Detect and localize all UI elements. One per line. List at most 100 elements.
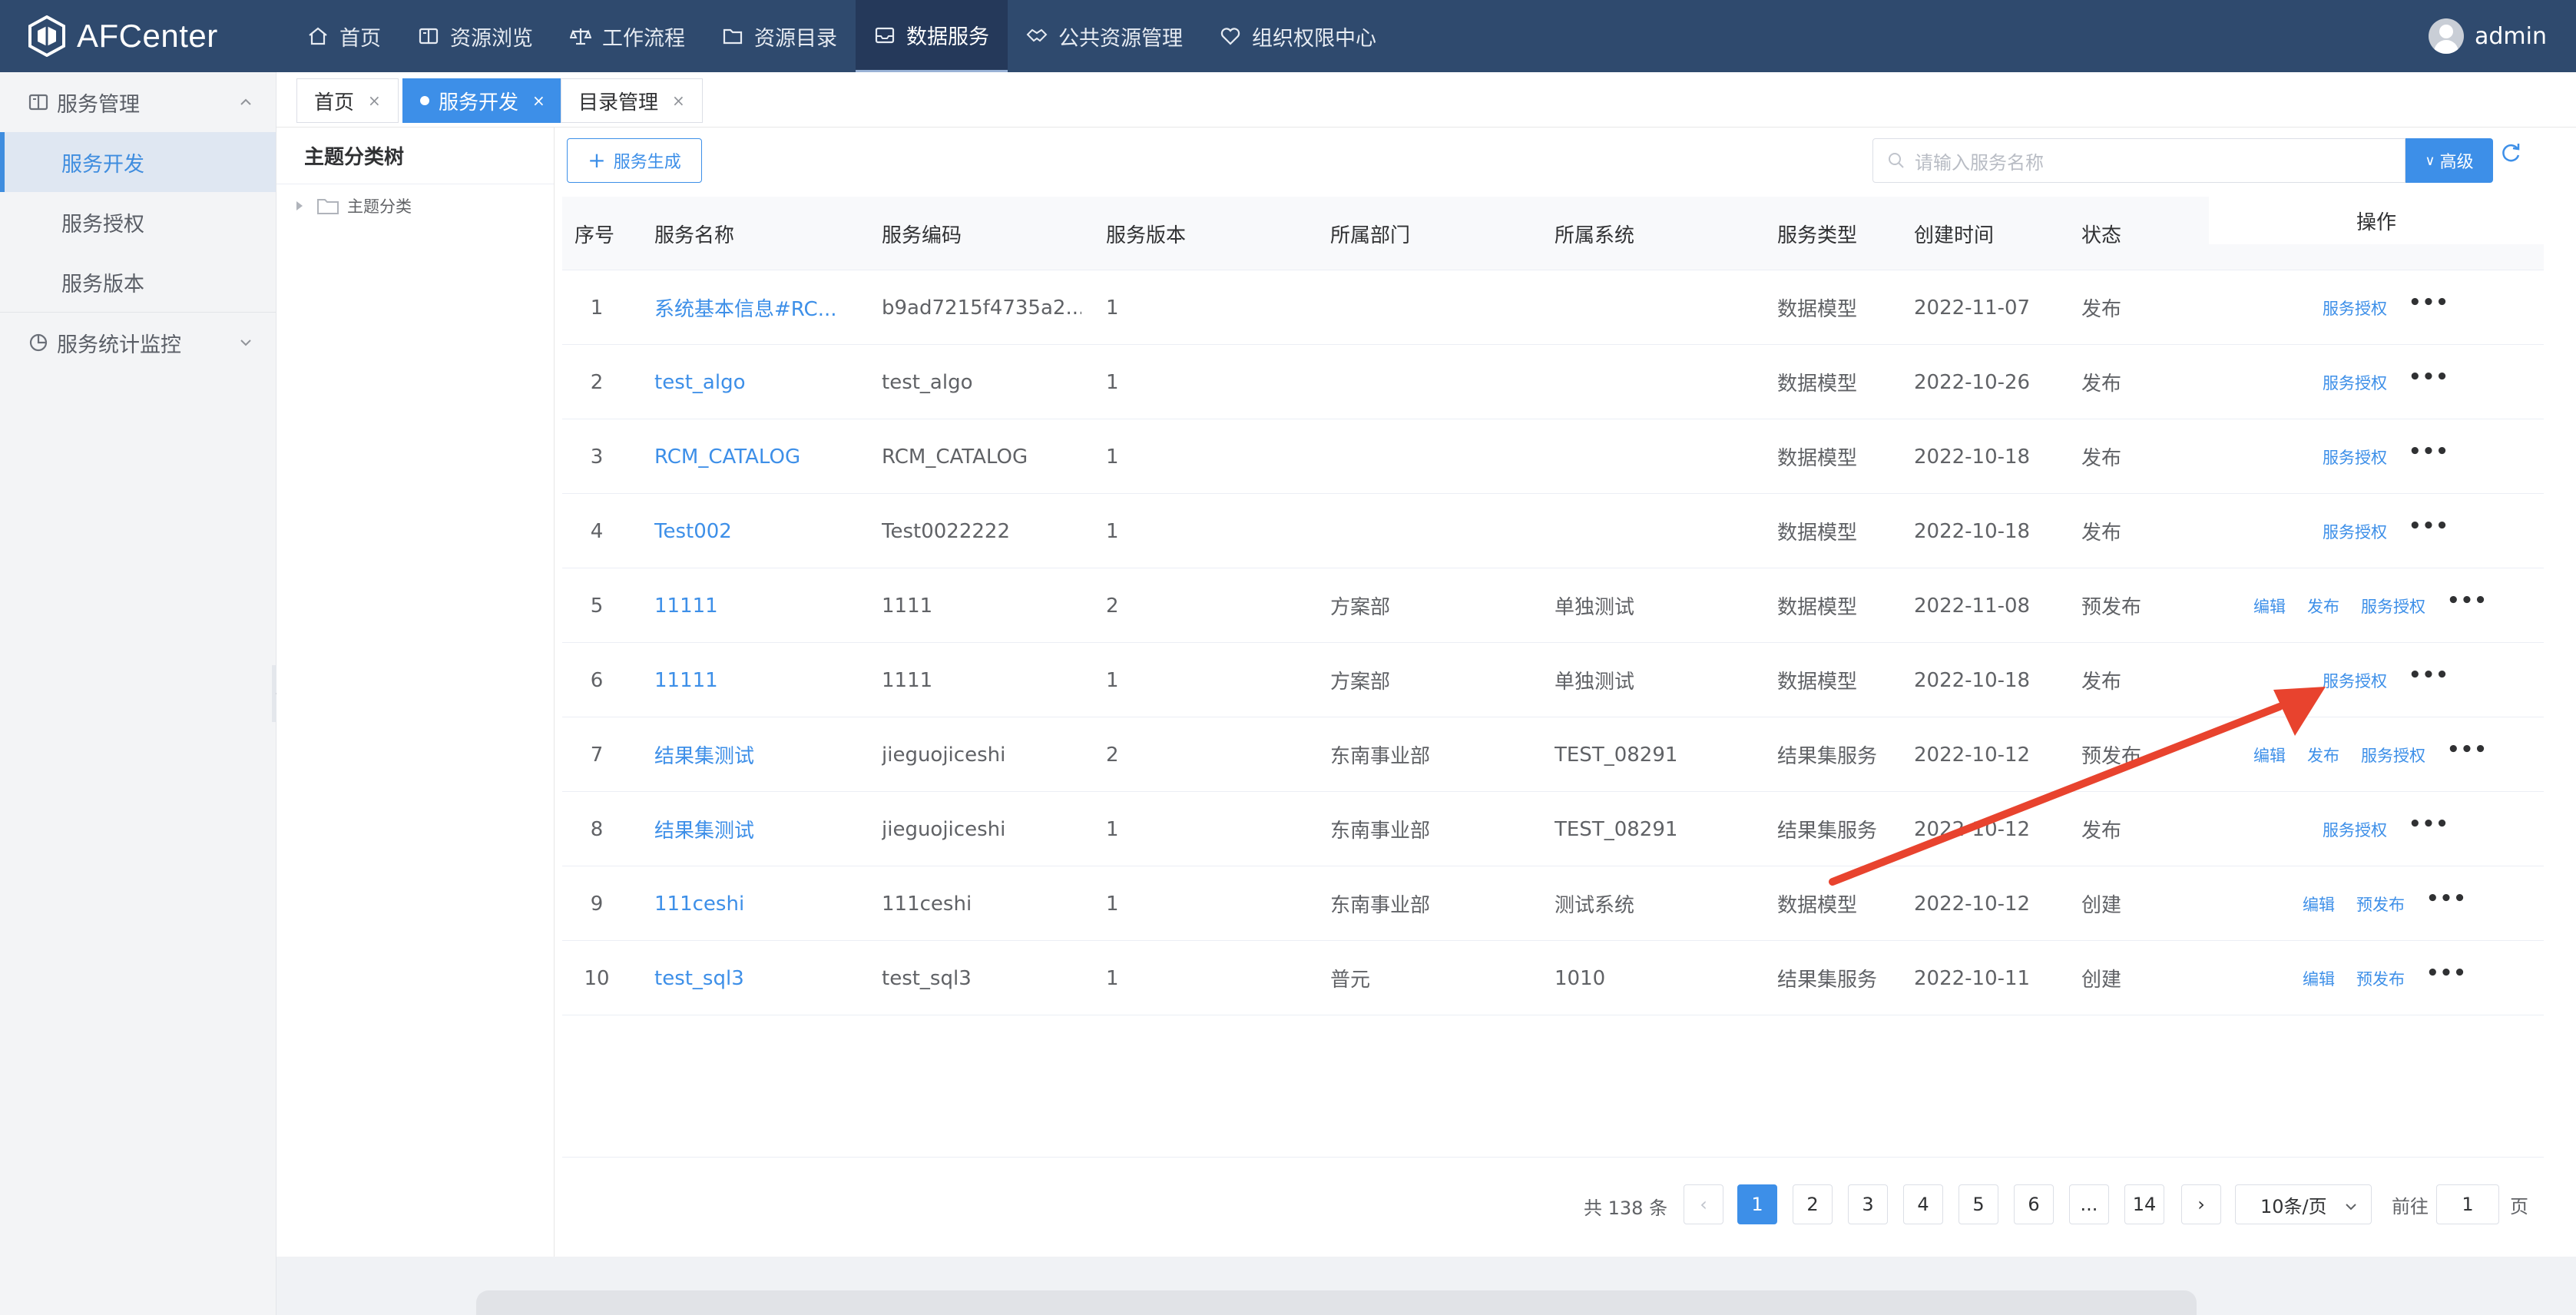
page-button[interactable]: 3	[1848, 1184, 1888, 1224]
cell-name[interactable]: 结果集测试	[654, 792, 854, 866]
action-link[interactable]: 服务授权	[2323, 520, 2387, 543]
column-header-code: 服务编码	[882, 224, 962, 247]
action-link[interactable]: 预发布	[2356, 893, 2405, 916]
topnav-item-1[interactable]: 资源浏览	[399, 0, 551, 72]
close-icon[interactable]: ×	[368, 91, 381, 110]
page-button[interactable]: 2	[1793, 1184, 1833, 1224]
cell-status: 预发布	[2081, 596, 2142, 619]
category-tree-panel: 主题分类树 主题分类	[276, 128, 555, 1257]
topnav-item-4[interactable]: 数据服务	[856, 0, 1008, 72]
topnav-label: 数据服务	[906, 25, 989, 49]
tab-1[interactable]: 服务开发 ×	[402, 78, 563, 123]
cell-created-time: 2022-10-18	[1914, 519, 2031, 543]
action-link[interactable]: 服务授权	[2323, 446, 2387, 469]
cell-department: 方案部	[1330, 596, 1391, 619]
close-icon[interactable]: ×	[532, 91, 545, 110]
refresh-icon[interactable]	[2499, 141, 2522, 164]
cell-name[interactable]: Test002	[654, 494, 854, 568]
cell-name[interactable]: 11111	[654, 568, 854, 643]
page-size-select[interactable]: 10条/页	[2235, 1184, 2372, 1224]
action-link[interactable]: 服务授权	[2323, 818, 2387, 841]
action-link[interactable]: 服务授权	[2323, 371, 2387, 394]
more-actions-icon[interactable]: •••	[2409, 515, 2449, 538]
action-link[interactable]: 编辑	[2303, 893, 2335, 916]
cell-name[interactable]: 11111	[654, 643, 854, 717]
user-menu[interactable]: admin	[2429, 0, 2547, 72]
cell-department	[1330, 419, 1499, 494]
topnav-item-3[interactable]: 资源目录	[704, 0, 856, 72]
service-search-input[interactable]: 请输入服务名称	[1872, 138, 2405, 183]
more-actions-icon[interactable]: •••	[2409, 291, 2449, 314]
tab-0[interactable]: 首页 ×	[296, 78, 399, 123]
cell-name[interactable]: 系统基本信息#RC...	[654, 270, 854, 345]
action-link[interactable]: 发布	[2307, 744, 2339, 767]
action-link[interactable]: 发布	[2307, 595, 2339, 618]
advanced-search-button[interactable]: ∨ 高级	[2405, 138, 2493, 183]
close-icon[interactable]: ×	[672, 91, 685, 110]
sidebar-item-0-1[interactable]: 服务授权	[0, 192, 276, 252]
more-pages-button[interactable]: ...	[2069, 1184, 2109, 1224]
topnav-item-2[interactable]: 工作流程	[551, 0, 704, 72]
more-actions-icon[interactable]: •••	[2409, 813, 2449, 836]
cell-version: 1	[1106, 445, 1119, 469]
more-actions-icon[interactable]: •••	[2447, 589, 2488, 612]
tree-node-root[interactable]: 主题分类	[276, 184, 554, 227]
more-actions-icon[interactable]: •••	[2409, 440, 2449, 463]
sidebar-item-0-0[interactable]: 服务开发	[0, 132, 276, 192]
action-link[interactable]: 服务授权	[2361, 744, 2425, 767]
user-name: admin	[2475, 22, 2547, 50]
goto-page-input[interactable]: 1	[2436, 1184, 2499, 1224]
cell-name[interactable]: test_sql3	[654, 941, 854, 1015]
table-row: 10 test_sql3 test_sql3 1 普元 1010 结果集服务 2022-10-…	[562, 941, 2544, 1015]
action-link[interactable]: 编辑	[2253, 595, 2286, 618]
more-actions-icon[interactable]: •••	[2409, 366, 2449, 389]
page-button[interactable]: 5	[1958, 1184, 1998, 1224]
cell-version: 1	[1106, 370, 1119, 394]
action-link[interactable]: 服务授权	[2323, 296, 2387, 320]
cell-index: 8	[590, 817, 604, 841]
sidebar-group-1[interactable]: 服务统计监控	[0, 313, 276, 373]
cell-name[interactable]: 结果集测试	[654, 717, 854, 792]
sidebar-item-0-2[interactable]: 服务版本	[0, 252, 276, 312]
cell-index: 2	[590, 370, 604, 394]
action-link[interactable]: 编辑	[2303, 967, 2335, 990]
cell-name[interactable]: test_algo	[654, 345, 854, 419]
page-button[interactable]: 1	[1737, 1184, 1777, 1224]
more-actions-icon[interactable]: •••	[2426, 962, 2467, 985]
cell-created-time: 2022-10-12	[1914, 892, 2031, 916]
inbox-icon	[874, 25, 896, 46]
prev-page-button[interactable]: ‹	[1684, 1184, 1723, 1224]
column-header-status: 状态	[2081, 224, 2122, 247]
more-actions-icon[interactable]: •••	[2409, 664, 2449, 687]
cell-code: jieguojiceshi	[882, 817, 1006, 841]
column-header-index: 序号	[574, 224, 615, 247]
tree-node-label: 主题分类	[347, 197, 412, 216]
topnav-item-5[interactable]: 公共资源管理	[1008, 0, 1201, 72]
page-button[interactable]: 6	[2014, 1184, 2054, 1224]
cell-name[interactable]: 111ceshi	[654, 866, 854, 941]
action-link[interactable]: 编辑	[2253, 744, 2286, 767]
action-link[interactable]: 服务授权	[2361, 595, 2425, 618]
page-button[interactable]: 14	[2124, 1184, 2164, 1224]
chevron-down-icon	[2343, 1197, 2359, 1213]
app-logo[interactable]: AFCenter	[0, 0, 289, 72]
cell-name[interactable]: RCM_CATALOG	[654, 419, 854, 494]
tab-2[interactable]: 目录管理 ×	[561, 78, 703, 123]
handshake-icon	[1026, 25, 1048, 47]
action-link[interactable]: 服务授权	[2323, 669, 2387, 692]
sidebar-group-0[interactable]: 服务管理	[0, 72, 276, 132]
cell-version: 2	[1106, 594, 1119, 618]
cell-version: 2	[1106, 743, 1119, 767]
column-header-department: 所属部门	[1330, 224, 1411, 247]
topnav-item-6[interactable]: 组织权限中心	[1201, 0, 1395, 72]
cell-department	[1330, 345, 1499, 419]
topnav-item-0[interactable]: 首页	[289, 0, 399, 72]
cell-version: 1	[1106, 966, 1119, 990]
more-actions-icon[interactable]: •••	[2447, 738, 2488, 761]
caret-right-icon[interactable]	[296, 201, 303, 210]
page-button[interactable]: 4	[1903, 1184, 1943, 1224]
next-page-button[interactable]: ›	[2181, 1184, 2221, 1224]
action-link[interactable]: 预发布	[2356, 967, 2405, 990]
generate-service-button[interactable]: + 服务生成	[567, 138, 702, 183]
more-actions-icon[interactable]: •••	[2426, 887, 2467, 910]
